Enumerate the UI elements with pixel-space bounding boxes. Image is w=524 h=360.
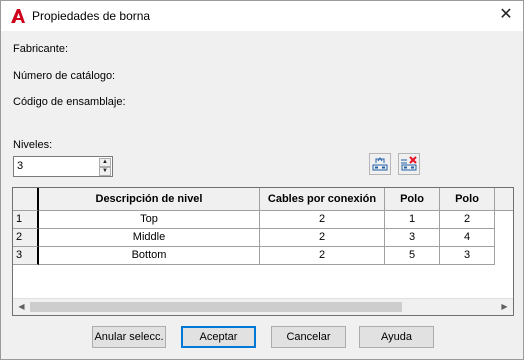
scroll-right-icon[interactable]: ▶ xyxy=(496,299,513,315)
anular-seleccion-button[interactable]: Anular selecc. xyxy=(92,326,166,348)
col-header-polo-1[interactable]: Polo xyxy=(385,188,440,211)
fabricante-label: Fabricante: xyxy=(13,43,69,55)
niveles-label: Niveles: xyxy=(13,139,53,151)
catalogo-label: Número de catálogo: xyxy=(13,70,116,82)
cell-cables[interactable]: 2 xyxy=(260,247,385,265)
col-header-polo-2[interactable]: Polo xyxy=(440,188,495,211)
close-icon: ✕ xyxy=(499,6,513,23)
cell-polo-2[interactable]: 4 xyxy=(440,229,495,247)
aceptar-button[interactable]: Aceptar xyxy=(181,326,256,348)
cell-polo-1[interactable]: 1 xyxy=(385,211,440,229)
col-header-cables[interactable]: Cables por conexión xyxy=(260,188,385,211)
spin-up-button[interactable]: ▲ xyxy=(99,158,111,167)
cancelar-button[interactable]: Cancelar xyxy=(271,326,346,348)
autocad-a-icon xyxy=(11,9,25,23)
arrow-up-icon: ▲ xyxy=(102,159,108,165)
row-header-3[interactable]: 3 xyxy=(13,247,39,265)
row-header-1[interactable]: 1 xyxy=(13,211,39,229)
add-level-icon xyxy=(372,157,388,171)
window-title: Propiedades de borna xyxy=(32,9,151,23)
cell-cables[interactable]: 2 xyxy=(260,211,385,229)
cell-cables[interactable]: 2 xyxy=(260,229,385,247)
levels-grid[interactable]: Descripción de nivel Cables por conexión… xyxy=(12,187,514,316)
cell-descripcion[interactable]: Middle xyxy=(39,229,260,247)
delete-level-icon xyxy=(401,156,417,171)
cell-polo-1[interactable]: 5 xyxy=(385,247,440,265)
cell-polo-1[interactable]: 3 xyxy=(385,229,440,247)
ensamblaje-label: Código de ensamblaje: xyxy=(13,96,126,108)
delete-level-button[interactable] xyxy=(398,153,420,175)
niveles-stepper[interactable]: 3 ▲ ▼ xyxy=(13,156,113,177)
arrow-down-icon: ▼ xyxy=(102,168,108,174)
cell-polo-2[interactable]: 3 xyxy=(440,247,495,265)
ayuda-button[interactable]: Ayuda xyxy=(359,326,434,348)
add-level-button[interactable] xyxy=(369,153,391,175)
scroll-left-icon[interactable]: ◀ xyxy=(13,299,30,315)
horizontal-scrollbar[interactable]: ◀ ▶ xyxy=(13,298,513,315)
close-button[interactable]: ✕ xyxy=(489,1,523,31)
cell-descripcion-editing[interactable]: Bottom xyxy=(39,247,260,265)
col-header-extra xyxy=(495,188,513,211)
row-header-2[interactable]: 2 xyxy=(13,229,39,247)
niveles-value: 3 xyxy=(17,160,24,172)
scrollbar-thumb[interactable] xyxy=(30,302,402,312)
grid-corner xyxy=(13,188,39,211)
col-header-descripcion[interactable]: Descripción de nivel xyxy=(39,188,260,211)
cell-descripcion[interactable]: Top xyxy=(39,211,260,229)
spin-down-button[interactable]: ▼ xyxy=(99,167,111,176)
cell-polo-2[interactable]: 2 xyxy=(440,211,495,229)
dialog-window: Propiedades de borna ✕ Fabricante: Númer… xyxy=(0,0,524,360)
title-bar: Propiedades de borna ✕ xyxy=(1,1,523,31)
